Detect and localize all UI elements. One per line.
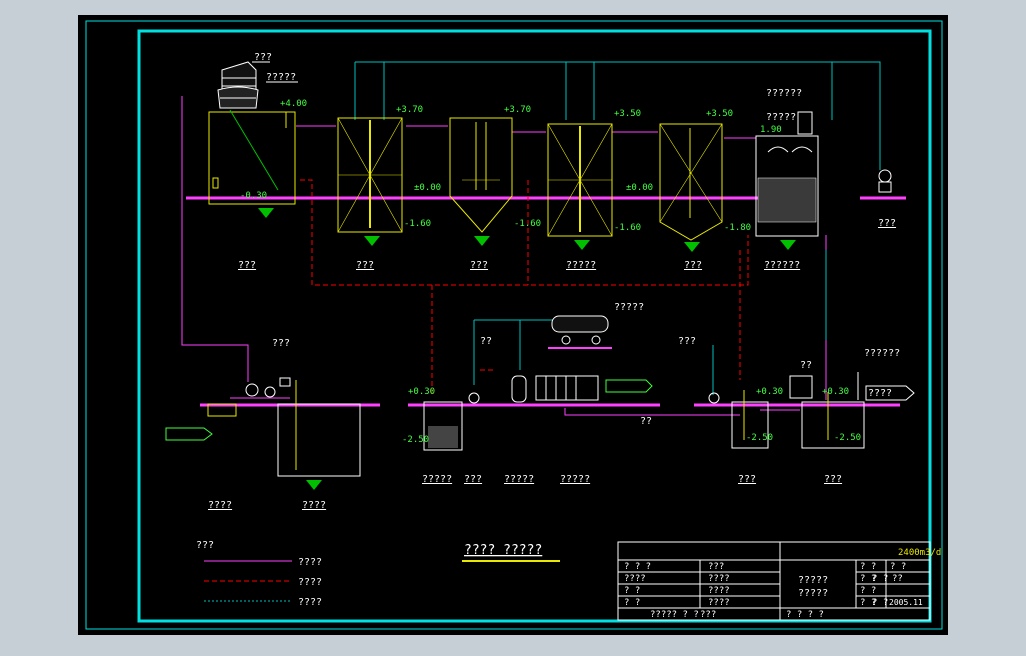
elev-well1-bottom: -2.50 (746, 433, 773, 443)
tb-rr1c1: ? ? (860, 562, 876, 572)
elev-well2-top: +0.30 (822, 387, 849, 397)
tb-r3c2: ???? (708, 586, 730, 596)
tb-rr2c3: ?? (892, 574, 903, 584)
dosing-box-label: ?? (800, 360, 812, 371)
tb-capacity: 2400m3/d (898, 548, 941, 558)
pipe-gallery-label: ??? (678, 336, 696, 347)
blower-label: ??? (272, 338, 290, 349)
sump-label: ???? (302, 500, 326, 511)
equip1-label: ??? (878, 218, 896, 229)
elev-tank2-top: +3.70 (396, 105, 423, 115)
tank3-label: ??? (470, 260, 488, 271)
elev-tank1-top: +4.00 (280, 99, 307, 109)
elev-tank6-top: 1.90 (760, 125, 782, 135)
well2-label: ?????? (864, 348, 900, 359)
compressor-label: ????? (614, 302, 644, 313)
tb-rr1c2: ? ? (890, 562, 906, 572)
tank2-label: ??? (356, 260, 374, 271)
tb-r1c2: ??? (708, 562, 724, 572)
dosing-label: ?? (480, 336, 492, 347)
elev-sludge-top: +0.30 (408, 387, 435, 397)
elev-sludge-bottom: -2.50 (402, 435, 429, 445)
tb-r4c1: ? ? (624, 598, 640, 608)
tb-r3c1: ? ? (624, 586, 640, 596)
bottom-mid-label: ?? (640, 416, 652, 427)
tank6-label: ?????? (764, 260, 800, 271)
elev-tank2-bottom: -1.60 (404, 219, 431, 229)
tower-sub-label: ????? (266, 72, 296, 83)
clear-well-1-label: ??? (738, 474, 756, 485)
legend-label-air: ???? (298, 597, 322, 608)
tb-r1c1: ? ? ? (624, 562, 651, 572)
drawing-title: ???? ????? (464, 543, 542, 558)
tb-project-1: ????? (798, 575, 828, 586)
unit-a-label: ??? (464, 474, 482, 485)
tb-footer-scale: ??? (700, 610, 716, 620)
legend-label-sludge: ???? (298, 577, 322, 588)
elev-tank3-bottom: -1.60 (514, 219, 541, 229)
unit-c-label: ????? (560, 474, 590, 485)
tb-r2c1: ???? (624, 574, 646, 584)
legend-title: ??? (196, 540, 214, 551)
tb-project-2: ????? (798, 588, 828, 599)
cad-viewport: ??? ????? +4.00 -0.30 ??? +3.70 ±0.00 -1… (0, 0, 1026, 652)
tb-rr2c2: ? ? (872, 574, 888, 584)
elev-tank3-top: +3.70 (504, 105, 531, 115)
elev-tank5-bottom: -1.80 (724, 223, 751, 233)
tank4-label: ????? (566, 260, 596, 271)
tb-rr3c1: ? ? (860, 586, 876, 596)
elev-well1-top: +0.30 (756, 387, 783, 397)
outlet-label: ???? (868, 388, 892, 399)
filter-sub-label: ????? (766, 112, 796, 123)
tank5-label: ??? (684, 260, 702, 271)
unit-b-label: ????? (504, 474, 534, 485)
filter-media (757, 177, 817, 223)
filter-top-label: ?????? (766, 88, 802, 99)
tb-date: 2005.11 (889, 598, 923, 607)
tb-footer-left: ????? ? ? (650, 610, 699, 620)
tb-r4c2: ???? (708, 598, 730, 608)
elev-tank5-top: +3.50 (706, 109, 733, 119)
pump-pit-label: ???? (208, 500, 232, 511)
elev-well2-bottom: -2.50 (834, 433, 861, 443)
sludge-tank-label: ????? (422, 474, 452, 485)
elev-tank4-top: +3.50 (614, 109, 641, 119)
tb-rr4c2: ? ? (872, 598, 888, 608)
tank1-label: ??? (238, 260, 256, 271)
elev-tank1-bottom: -0.30 (240, 191, 267, 201)
process-flow-drawing: ??? ????? +4.00 -0.30 ??? +3.70 ±0.00 -1… (78, 15, 948, 635)
tb-r2c2: ???? (708, 574, 730, 584)
tower-label: ??? (254, 52, 272, 63)
legend-label-water: ???? (298, 557, 322, 568)
clear-well-2-label: ??? (824, 474, 842, 485)
elev-tank4-mid: ±0.00 (626, 183, 653, 193)
elev-tank2-mid: ±0.00 (414, 183, 441, 193)
tb-footer-right: ? ? ? ? (786, 610, 824, 620)
elev-tank4-bottom: -1.60 (614, 223, 641, 233)
